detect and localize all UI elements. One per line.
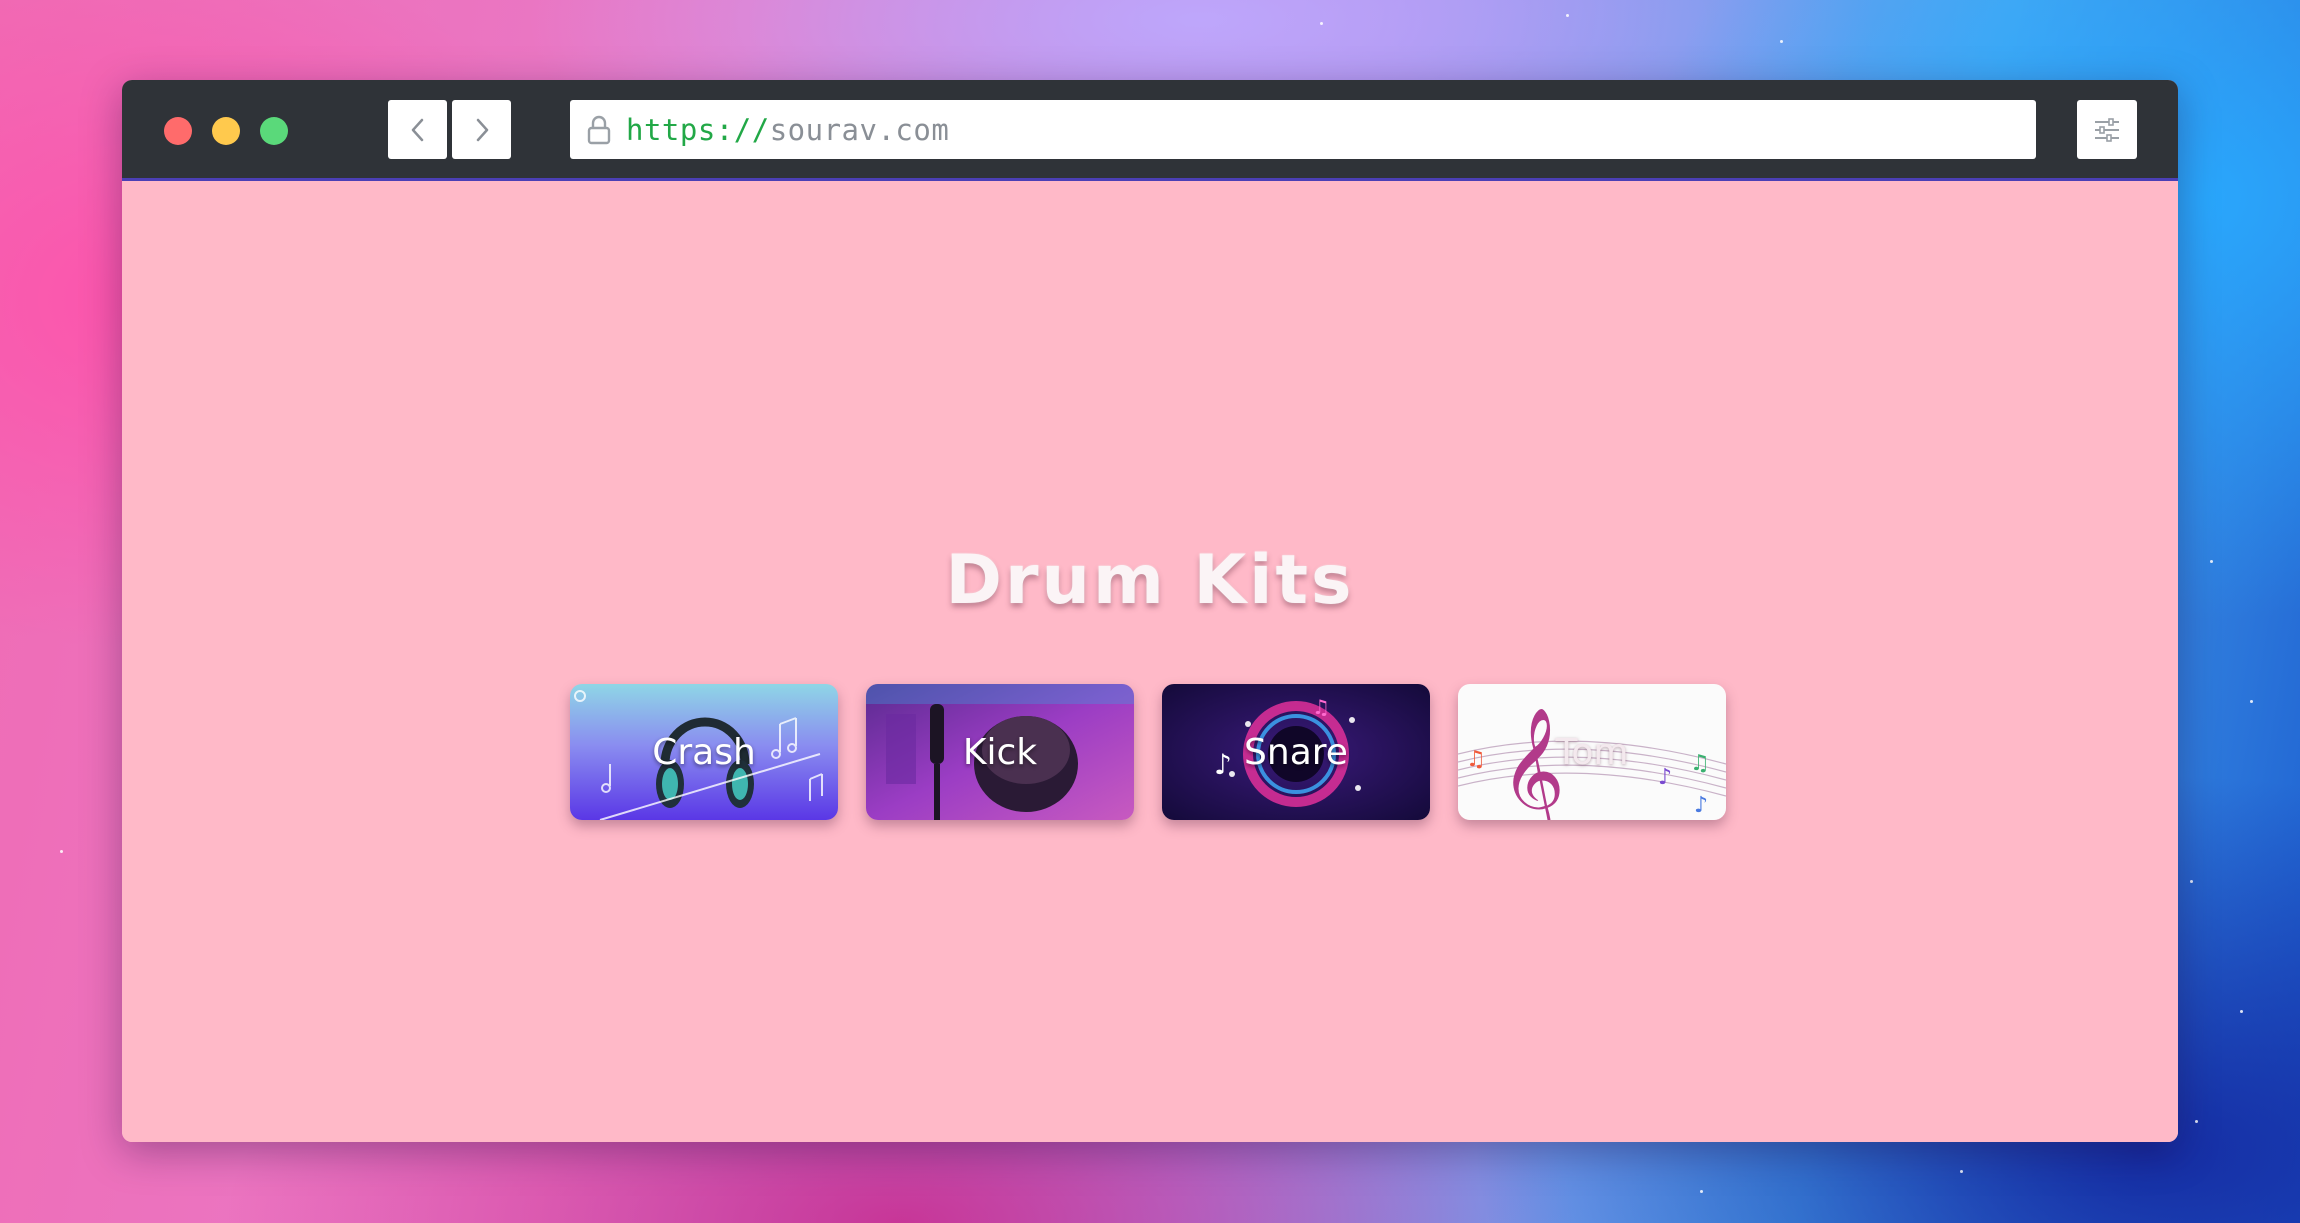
drum-pad-kick[interactable]: Kick [866,684,1134,820]
url-text: https://sourav.com [626,113,949,147]
drum-pad-crash[interactable]: Crash [570,684,838,820]
maximize-window-button[interactable] [260,117,288,145]
browser-toolbar: https://sourav.com [122,80,2178,181]
drum-kit-grid: Crash Kick ♪ ♫ Snare 𝄞 ♫ ♪ ♫ ♪ Tom [570,684,1730,820]
lock-icon [584,113,614,147]
minimize-window-button[interactable] [212,117,240,145]
page-title: Drum Kits [945,541,1355,620]
forward-button[interactable] [452,100,511,159]
back-button[interactable] [388,100,447,159]
url-scheme: https:// [626,112,770,147]
chevron-right-icon [476,118,488,141]
drum-pad-label: Tom [1555,731,1629,773]
settings-button[interactable] [2077,100,2137,159]
drum-pad-label: Crash [652,731,756,773]
drum-pad-label: Kick [962,731,1038,773]
drum-pad-tom[interactable]: 𝄞 ♫ ♪ ♫ ♪ Tom [1458,684,1726,820]
address-bar[interactable]: https://sourav.com [570,100,2036,159]
chevron-left-icon [411,118,423,141]
browser-window: https://sourav.com Drum Kits Crash Kick … [122,80,2178,1142]
close-window-button[interactable] [164,117,192,145]
drum-pad-snare[interactable]: ♪ ♫ Snare [1162,684,1430,820]
page-content: Drum Kits Crash Kick ♪ ♫ Snare 𝄞 ♫ ♪ ♫ ♪… [122,181,2178,1142]
url-host: sourav.com [769,112,950,147]
drum-pad-label: Snare [1244,731,1348,773]
sliders-icon [2095,117,2119,142]
